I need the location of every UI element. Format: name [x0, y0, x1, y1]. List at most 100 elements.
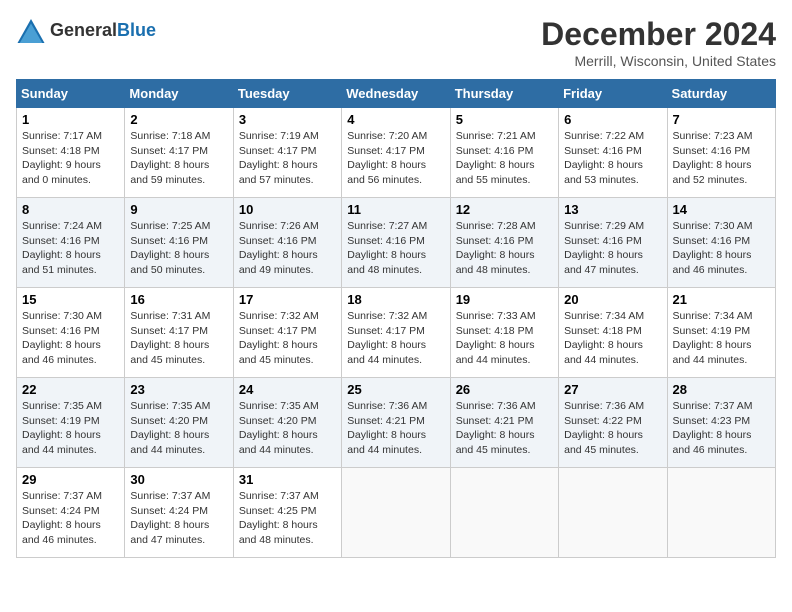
day-number: 13 [564, 202, 661, 217]
logo-icon [16, 16, 46, 46]
day-daylight: Daylight: 8 hours and 50 minutes. [130, 249, 209, 276]
day-daylight: Daylight: 8 hours and 44 minutes. [347, 339, 426, 366]
day-sunrise: Sunrise: 7:30 AM [673, 220, 753, 232]
day-number: 12 [456, 202, 553, 217]
day-daylight: Daylight: 8 hours and 56 minutes. [347, 159, 426, 186]
calendar-cell: 14 Sunrise: 7:30 AM Sunset: 4:16 PM Dayl… [667, 198, 775, 288]
day-number: 29 [22, 472, 119, 487]
calendar-cell: 21 Sunrise: 7:34 AM Sunset: 4:19 PM Dayl… [667, 288, 775, 378]
day-number: 20 [564, 292, 661, 307]
day-sunset: Sunset: 4:17 PM [239, 145, 317, 157]
day-sunrise: Sunrise: 7:17 AM [22, 130, 102, 142]
day-daylight: Daylight: 8 hours and 46 minutes. [673, 429, 752, 456]
day-sunrise: Sunrise: 7:36 AM [456, 400, 536, 412]
calendar-cell: 11 Sunrise: 7:27 AM Sunset: 4:16 PM Dayl… [342, 198, 450, 288]
day-number: 22 [22, 382, 119, 397]
day-sunrise: Sunrise: 7:25 AM [130, 220, 210, 232]
calendar-cell: 2 Sunrise: 7:18 AM Sunset: 4:17 PM Dayli… [125, 108, 233, 198]
day-daylight: Daylight: 8 hours and 48 minutes. [456, 249, 535, 276]
calendar-cell: 19 Sunrise: 7:33 AM Sunset: 4:18 PM Dayl… [450, 288, 558, 378]
day-sunset: Sunset: 4:23 PM [673, 415, 751, 427]
day-number: 5 [456, 112, 553, 127]
day-daylight: Daylight: 8 hours and 55 minutes. [456, 159, 535, 186]
day-sunset: Sunset: 4:16 PM [456, 235, 534, 247]
calendar-cell: 16 Sunrise: 7:31 AM Sunset: 4:17 PM Dayl… [125, 288, 233, 378]
calendar-cell: 20 Sunrise: 7:34 AM Sunset: 4:18 PM Dayl… [559, 288, 667, 378]
day-sunset: Sunset: 4:17 PM [130, 325, 208, 337]
day-sunset: Sunset: 4:16 PM [239, 235, 317, 247]
calendar-cell: 27 Sunrise: 7:36 AM Sunset: 4:22 PM Dayl… [559, 378, 667, 468]
week-row-2: 8 Sunrise: 7:24 AM Sunset: 4:16 PM Dayli… [17, 198, 776, 288]
day-daylight: Daylight: 8 hours and 45 minutes. [239, 339, 318, 366]
day-sunrise: Sunrise: 7:31 AM [130, 310, 210, 322]
calendar-cell: 31 Sunrise: 7:37 AM Sunset: 4:25 PM Dayl… [233, 468, 341, 558]
day-sunrise: Sunrise: 7:22 AM [564, 130, 644, 142]
day-sunset: Sunset: 4:16 PM [456, 145, 534, 157]
day-sunset: Sunset: 4:19 PM [22, 415, 100, 427]
day-sunrise: Sunrise: 7:37 AM [239, 490, 319, 502]
day-sunset: Sunset: 4:25 PM [239, 505, 317, 517]
calendar-cell: 5 Sunrise: 7:21 AM Sunset: 4:16 PM Dayli… [450, 108, 558, 198]
page-header: General Blue December 2024 Merrill, Wisc… [16, 16, 776, 69]
day-daylight: Daylight: 8 hours and 44 minutes. [239, 429, 318, 456]
header-sunday: Sunday [17, 80, 125, 108]
day-number: 26 [456, 382, 553, 397]
day-sunset: Sunset: 4:17 PM [239, 325, 317, 337]
calendar-cell: 1 Sunrise: 7:17 AM Sunset: 4:18 PM Dayli… [17, 108, 125, 198]
day-number: 14 [673, 202, 770, 217]
header-wednesday: Wednesday [342, 80, 450, 108]
day-sunrise: Sunrise: 7:34 AM [673, 310, 753, 322]
header-saturday: Saturday [667, 80, 775, 108]
calendar-cell: 8 Sunrise: 7:24 AM Sunset: 4:16 PM Dayli… [17, 198, 125, 288]
day-sunset: Sunset: 4:16 PM [22, 235, 100, 247]
day-sunset: Sunset: 4:21 PM [347, 415, 425, 427]
day-sunset: Sunset: 4:16 PM [673, 235, 751, 247]
day-sunset: Sunset: 4:16 PM [130, 235, 208, 247]
title-area: December 2024 Merrill, Wisconsin, United… [541, 16, 776, 69]
day-sunset: Sunset: 4:16 PM [347, 235, 425, 247]
day-sunrise: Sunrise: 7:21 AM [456, 130, 536, 142]
day-number: 15 [22, 292, 119, 307]
day-sunset: Sunset: 4:22 PM [564, 415, 642, 427]
day-sunrise: Sunrise: 7:24 AM [22, 220, 102, 232]
calendar-cell: 24 Sunrise: 7:35 AM Sunset: 4:20 PM Dayl… [233, 378, 341, 468]
day-sunset: Sunset: 4:20 PM [239, 415, 317, 427]
day-sunrise: Sunrise: 7:36 AM [564, 400, 644, 412]
week-row-5: 29 Sunrise: 7:37 AM Sunset: 4:24 PM Dayl… [17, 468, 776, 558]
day-sunrise: Sunrise: 7:35 AM [239, 400, 319, 412]
day-number: 21 [673, 292, 770, 307]
calendar-cell: 25 Sunrise: 7:36 AM Sunset: 4:21 PM Dayl… [342, 378, 450, 468]
day-number: 2 [130, 112, 227, 127]
logo-blue: Blue [117, 21, 156, 41]
day-number: 11 [347, 202, 444, 217]
calendar-cell: 28 Sunrise: 7:37 AM Sunset: 4:23 PM Dayl… [667, 378, 775, 468]
day-daylight: Daylight: 8 hours and 44 minutes. [22, 429, 101, 456]
calendar-cell: 6 Sunrise: 7:22 AM Sunset: 4:16 PM Dayli… [559, 108, 667, 198]
day-sunset: Sunset: 4:20 PM [130, 415, 208, 427]
day-number: 30 [130, 472, 227, 487]
day-number: 18 [347, 292, 444, 307]
day-number: 16 [130, 292, 227, 307]
week-row-1: 1 Sunrise: 7:17 AM Sunset: 4:18 PM Dayli… [17, 108, 776, 198]
day-number: 7 [673, 112, 770, 127]
day-sunset: Sunset: 4:17 PM [347, 325, 425, 337]
calendar-header-row: SundayMondayTuesdayWednesdayThursdayFrid… [17, 80, 776, 108]
day-sunrise: Sunrise: 7:28 AM [456, 220, 536, 232]
calendar-cell [342, 468, 450, 558]
header-monday: Monday [125, 80, 233, 108]
day-number: 9 [130, 202, 227, 217]
day-sunrise: Sunrise: 7:26 AM [239, 220, 319, 232]
calendar-table: SundayMondayTuesdayWednesdayThursdayFrid… [16, 79, 776, 558]
day-sunset: Sunset: 4:24 PM [22, 505, 100, 517]
day-number: 8 [22, 202, 119, 217]
calendar-cell: 10 Sunrise: 7:26 AM Sunset: 4:16 PM Dayl… [233, 198, 341, 288]
calendar-cell [450, 468, 558, 558]
day-sunrise: Sunrise: 7:32 AM [239, 310, 319, 322]
day-number: 23 [130, 382, 227, 397]
day-number: 31 [239, 472, 336, 487]
day-daylight: Daylight: 8 hours and 48 minutes. [239, 519, 318, 546]
calendar-cell: 3 Sunrise: 7:19 AM Sunset: 4:17 PM Dayli… [233, 108, 341, 198]
day-sunrise: Sunrise: 7:37 AM [22, 490, 102, 502]
day-sunrise: Sunrise: 7:37 AM [130, 490, 210, 502]
day-sunset: Sunset: 4:19 PM [673, 325, 751, 337]
